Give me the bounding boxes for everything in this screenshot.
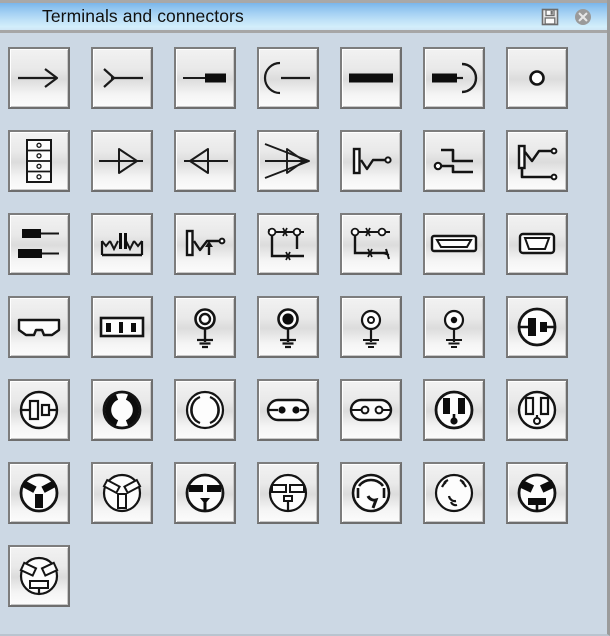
shape-tile-hdmi-connector[interactable] (423, 213, 485, 275)
shape-tile-outlet-angled-open[interactable] (8, 545, 70, 607)
panel-title: Terminals and connectors (42, 6, 244, 26)
shape-tile-open-arrow-terminal[interactable] (91, 47, 153, 109)
shape-tile-bar-socket-terminal[interactable] (423, 47, 485, 109)
shape-tile-terminal-board-4[interactable] (257, 213, 319, 275)
shape-tile-outlet-flat-blade-filled[interactable] (174, 462, 236, 524)
shape-tile-dsub-connector[interactable] (506, 213, 568, 275)
shape-tile-outlet-two-blade-filled[interactable] (506, 296, 568, 358)
shape-tile-outlet-twist-filled[interactable] (91, 379, 153, 441)
shape-tile-outlet-oval-two-pin[interactable] (340, 379, 402, 441)
close-icon[interactable] (573, 7, 593, 27)
shape-tile-outlet-nema-filled[interactable] (423, 379, 485, 441)
shape-tile-bar-terminal[interactable] (174, 47, 236, 109)
shape-tile-jack-switch[interactable] (340, 130, 402, 192)
shape-tile-jack-two-contact[interactable] (506, 130, 568, 192)
shape-tile-receptacle-open[interactable] (174, 296, 236, 358)
shape-tile-plug-right[interactable] (91, 130, 153, 192)
shape-tile-receptacle-ring[interactable] (340, 296, 402, 358)
shape-tile-terminal-board-5[interactable] (340, 213, 402, 275)
shape-tile-outlet-3phase-open[interactable] (91, 462, 153, 524)
shape-tile-receptacle-filled[interactable] (257, 296, 319, 358)
stencil-panel: Terminals and connectors (0, 0, 610, 636)
shape-tile-circle-terminal[interactable] (506, 47, 568, 109)
titlebar-buttons (540, 3, 593, 30)
shape-tile-outlet-flat-blade-open[interactable] (257, 462, 319, 524)
shape-tile-outlet-nema-open[interactable] (506, 379, 568, 441)
shape-tile-edge-connector[interactable] (8, 296, 70, 358)
shape-tile-plug-double[interactable] (257, 130, 319, 192)
shape-tile-socket-arc-terminal[interactable] (257, 47, 319, 109)
shape-tile-outlet-strip[interactable] (91, 296, 153, 358)
shape-tile-jack-ground[interactable] (174, 213, 236, 275)
shape-tile-multi-contact-strip[interactable] (91, 213, 153, 275)
shape-tile-outlet-round-two-pin[interactable] (257, 379, 319, 441)
floppy-disk-save-icon[interactable] (540, 7, 560, 27)
titlebar: Terminals and connectors (0, 0, 607, 33)
shape-tile-jack-break[interactable] (423, 130, 485, 192)
shape-tile-outlet-twist-open[interactable] (174, 379, 236, 441)
shape-tile-arrow-terminal[interactable] (8, 47, 70, 109)
shape-tile-outlet-3phase-filled[interactable] (8, 462, 70, 524)
shape-tile-outlet-locking-filled[interactable] (340, 462, 402, 524)
shape-tile-receptacle-dot[interactable] (423, 296, 485, 358)
shape-tile-thick-bar-terminal[interactable] (340, 47, 402, 109)
shape-tile-outlet-angled-filled[interactable] (506, 462, 568, 524)
shape-tile-outlet-locking-open[interactable] (423, 462, 485, 524)
shape-tile-terminal-block-pair[interactable] (8, 213, 70, 275)
shape-tile-plug-left[interactable] (174, 130, 236, 192)
shape-tile-terminal-strip[interactable] (8, 130, 70, 192)
shape-tile-outlet-two-blade-open[interactable] (8, 379, 70, 441)
stencil-grid (8, 47, 607, 607)
